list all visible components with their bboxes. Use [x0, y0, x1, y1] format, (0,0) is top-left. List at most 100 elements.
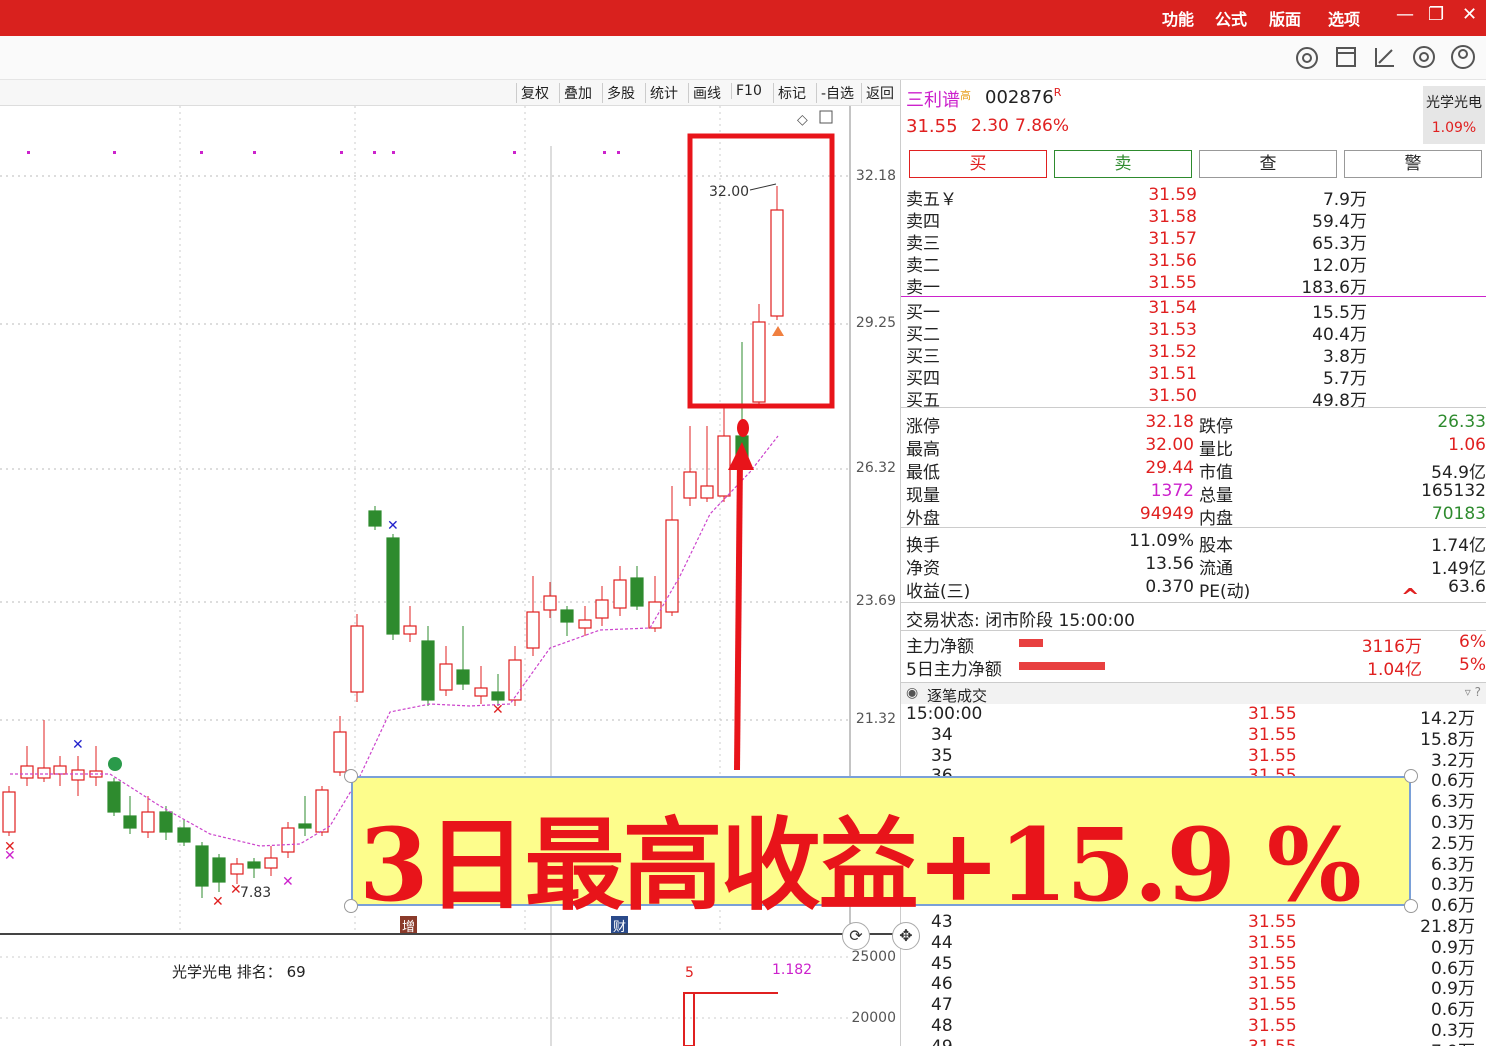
stat-eps: 0.370	[1145, 577, 1194, 597]
filter-icon[interactable]: ▿ ?	[1465, 685, 1481, 699]
stat-limitdown-label: 跌停	[1199, 417, 1233, 437]
sell-row[interactable]: 卖一 31.55 183.6万	[901, 273, 1486, 298]
calendar-icon[interactable]	[1331, 42, 1361, 72]
sell-row[interactable]: 卖三 31.57 65.3万	[901, 229, 1486, 254]
tick-time: 47	[931, 995, 953, 1016]
buy-row[interactable]: 买五 31.50 49.8万	[901, 386, 1486, 411]
stat-low: 29.44	[1145, 458, 1194, 478]
tick-row: 15:00:00 31.55 14.2万	[901, 704, 1486, 729]
move-icon[interactable]: ✥	[892, 922, 920, 950]
stat-turnover-label: 换手	[906, 536, 940, 556]
sell-row[interactable]: 卖四 31.58 59.4万	[901, 207, 1486, 232]
menu-layout[interactable]: 版面	[1269, 6, 1301, 30]
tool-overlay[interactable]: 叠加	[559, 83, 596, 103]
menu-function[interactable]: 功能	[1162, 6, 1194, 30]
high-price-label: 32.00	[709, 184, 750, 200]
stat-limitup-label: 涨停	[906, 417, 940, 437]
menu-options[interactable]: 选项	[1328, 6, 1360, 30]
candle-body	[37, 767, 51, 779]
tick-row: 46 31.55 0.9万	[901, 974, 1486, 999]
tool-stats[interactable]: 统计	[645, 83, 682, 103]
promo-banner[interactable]: 3日最高收益+15.9 %	[351, 776, 1411, 924]
sell-row[interactable]: 卖二 31.56 12.0万	[901, 251, 1486, 276]
sell-row[interactable]: 卖五￥ 31.59 7.9万	[901, 185, 1486, 210]
resize-handle-tr[interactable]	[1404, 769, 1418, 783]
query-button[interactable]: 查	[1199, 150, 1337, 178]
tick-time: 48	[931, 1016, 953, 1036]
stats-divider-3	[901, 602, 1486, 603]
candle-body	[368, 510, 382, 527]
tick-time: 34	[931, 724, 953, 745]
main5-label: 5日主力净额	[906, 660, 1002, 680]
buy-row[interactable]: 买三 31.52 3.8万	[901, 342, 1486, 367]
resize-handle-bl[interactable]	[344, 899, 358, 913]
signal-dot	[603, 151, 606, 154]
stat-shares: 1.74亿	[1431, 536, 1486, 556]
stock-price: 31.55	[906, 116, 958, 137]
candle-body	[264, 857, 278, 869]
candle-body	[683, 471, 697, 499]
tool-multi[interactable]: 多股	[602, 83, 639, 103]
tool-mark[interactable]: 标记	[773, 83, 810, 103]
stat-limitup: 32.18	[1145, 412, 1194, 432]
candle-body	[123, 815, 137, 829]
candle-body	[247, 861, 261, 869]
book-price: 31.54	[1148, 298, 1197, 318]
signal-dot	[253, 151, 256, 154]
candle-body	[717, 435, 731, 497]
tool-watchlist[interactable]: -自选	[816, 83, 858, 103]
support-icon[interactable]	[1292, 42, 1322, 72]
resize-handle-br[interactable]	[1404, 899, 1418, 913]
stats-divider-4	[901, 630, 1486, 631]
book-price: 31.53	[1148, 320, 1197, 340]
sector-card[interactable]: 光学光电 1.09%	[1423, 86, 1485, 144]
stock-name[interactable]: 三利谱高	[906, 86, 971, 112]
minimize-icon[interactable]: —	[1396, 4, 1414, 25]
stat-shares-label: 股本	[1199, 536, 1233, 556]
signal-dot	[113, 151, 116, 154]
close-icon[interactable]: ✕	[1462, 4, 1477, 25]
buy-row[interactable]: 买四 31.51 5.7万	[901, 364, 1486, 389]
ticks-header[interactable]: ◉ 逐笔成交 ▿ ?	[901, 682, 1486, 705]
book-divider	[901, 296, 1486, 297]
tool-draw[interactable]: 画线	[688, 83, 725, 103]
stat-inner: 70183	[1431, 504, 1486, 524]
menu-formula[interactable]: 公式	[1215, 6, 1247, 30]
tool-adjust[interactable]: 复权	[516, 83, 553, 103]
restore-icon[interactable]: ❐	[1428, 4, 1444, 25]
candle-body	[230, 863, 244, 875]
chart-tool-icon[interactable]	[1370, 42, 1400, 72]
trade-status: 交易状态: 闭市阶段 15:00:00	[906, 611, 1135, 631]
volume-canvas	[0, 935, 850, 1046]
candle-body	[350, 625, 364, 693]
tick-price: 31.55	[1248, 932, 1297, 953]
stats-divider	[901, 407, 1486, 408]
tick-price: 31.55	[1248, 724, 1297, 745]
buy-row[interactable]: 买一 31.54 15.5万	[901, 298, 1486, 323]
stat-limitdown: 26.33	[1437, 412, 1486, 432]
stat-float-label: 流通	[1199, 559, 1233, 579]
stat-cur: 1372	[1150, 481, 1194, 501]
user-icon[interactable]	[1448, 42, 1478, 72]
collapse-icon[interactable]: ◉	[906, 685, 918, 701]
buy-button[interactable]: 买	[909, 150, 1047, 178]
resize-handle-tl[interactable]	[344, 769, 358, 783]
stat-mktcap-label: 市值	[1199, 463, 1233, 483]
candle-body	[298, 823, 312, 829]
settings-icon[interactable]	[1409, 42, 1439, 72]
vol-tick-2: 20000	[851, 1010, 896, 1026]
sell-button[interactable]: 卖	[1054, 150, 1192, 178]
book-volume: 183.6万	[1301, 278, 1367, 298]
candle-body	[71, 769, 85, 781]
volume-panel: 25000 20000 5 1.182	[0, 935, 900, 1046]
tool-back[interactable]: 返回	[861, 83, 898, 103]
stat-high: 32.00	[1145, 435, 1194, 455]
buy-row[interactable]: 买二 31.53 40.4万	[901, 320, 1486, 345]
tool-f10[interactable]: F10	[731, 83, 766, 99]
alert-button[interactable]: 警	[1344, 150, 1482, 178]
tick-price: 31.55	[1248, 1037, 1297, 1046]
signal-dot	[617, 151, 620, 154]
rotate-icon[interactable]: ⟳	[842, 922, 870, 950]
tick-price: 31.55	[1248, 974, 1297, 995]
candle-body	[613, 579, 627, 609]
